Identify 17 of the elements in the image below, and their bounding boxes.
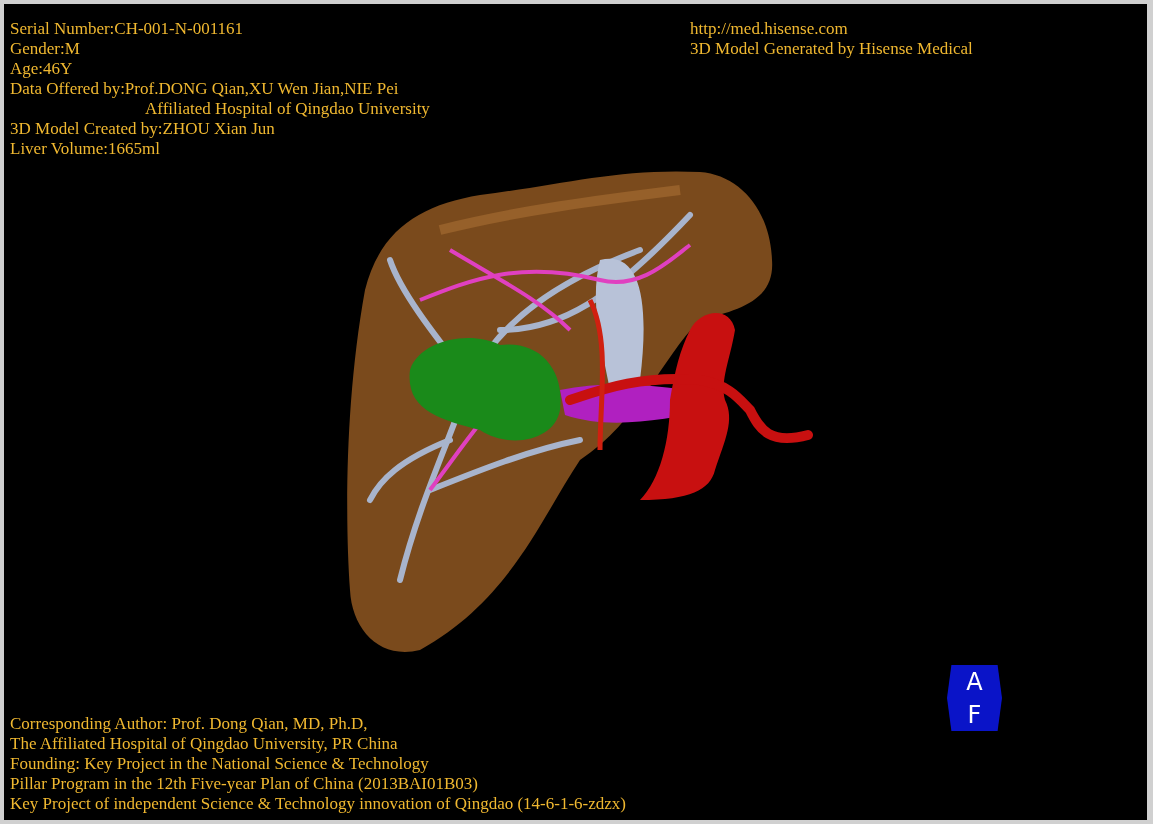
info-text: http://med.hisense.com xyxy=(690,19,848,39)
info-text: 3D Model Created by:ZHOU Xian Jun xyxy=(10,119,275,139)
orientation-cube[interactable]: A F xyxy=(947,665,1002,731)
info-text: Age:46Y xyxy=(10,59,73,79)
info-text: Serial Number:CH-001-N-001161 xyxy=(10,19,244,39)
credit-text: Key Project of independent Science & Technology innovation of Qingdao (14-6-1-6-zdzx) xyxy=(10,794,626,814)
credit-text: The Affiliated Hospital of Qingdao University, PR China xyxy=(10,734,398,754)
credit-text: Corresponding Author: Prof. Dong Qian, MD, Ph.D, xyxy=(10,714,368,734)
cube-label: A xyxy=(966,668,983,695)
cube-label: F xyxy=(967,701,982,728)
info-text: Liver Volume:1665ml xyxy=(10,139,160,159)
info-text: 3D Model Generated by Hisense Medical xyxy=(690,39,973,59)
info-text: Data Offered by:Prof.DONG Qian,XU Wen Jian,NIE Pei xyxy=(10,79,399,99)
info-text: Gender:M xyxy=(10,39,80,59)
credit-text: Founding: Key Project in the National Science & Technology xyxy=(10,754,429,774)
credit-text: Pillar Program in the 12th Five-year Plan of China (2013BAI01B03) xyxy=(10,774,478,794)
info-text: Affiliated Hospital of Qingdao University xyxy=(145,99,430,119)
